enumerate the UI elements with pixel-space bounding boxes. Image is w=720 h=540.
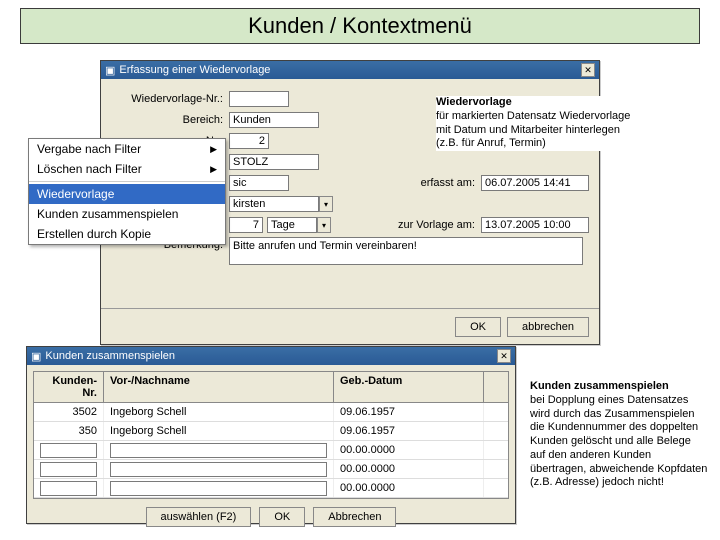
note-body: für markierten Datensatz Wiedervorlage m… <box>436 110 632 151</box>
cell: 350 <box>79 425 97 437</box>
name-input[interactable] <box>110 443 327 458</box>
cell: 00.00.0000 <box>340 482 395 494</box>
nr-input[interactable] <box>40 481 97 496</box>
cancel-label: abbrechen <box>522 321 574 333</box>
nr-input[interactable] <box>40 443 97 458</box>
note-title: Kunden zusammenspielen <box>530 380 708 394</box>
cell: 09.06.1957 <box>340 425 395 437</box>
ok-button[interactable]: OK <box>259 507 305 527</box>
cell: 00.00.0000 <box>340 463 395 475</box>
cell: 09.06.1957 <box>340 406 395 418</box>
chevron-down-icon[interactable]: ▾ <box>317 217 331 233</box>
mi-label: Erstellen durch Kopie <box>37 227 151 241</box>
field-bem[interactable]: Bitte anrufen und Termin vereinbaren! <box>229 237 583 265</box>
name-input[interactable] <box>110 462 327 477</box>
close-icon[interactable]: ✕ <box>581 63 595 77</box>
menu-item-loeschen[interactable]: Löschen nach Filter ▶ <box>29 159 225 179</box>
nr-input[interactable] <box>40 462 97 477</box>
label-wdv-nr: Wiedervorlage-Nr.: <box>111 93 229 105</box>
cell: 3502 <box>73 406 97 418</box>
app-icon: ▣ <box>31 350 41 363</box>
col-nr: Kunden-Nr. <box>34 372 104 402</box>
name-input[interactable] <box>110 481 327 496</box>
auswaehlen-button[interactable]: auswählen (F2) <box>146 507 252 527</box>
mi-label: Wiedervorlage <box>37 187 114 201</box>
btn-label: Abbrechen <box>328 511 381 523</box>
window-title: Kunden zusammenspielen <box>45 350 175 362</box>
slide-title-text: Kunden / Kontextmenü <box>248 13 472 39</box>
menu-item-zusammenspielen[interactable]: Kunden zusammenspielen <box>29 204 225 224</box>
label-zur: zur Vorlage am: <box>391 219 481 231</box>
window-title: Erfassung einer Wiedervorlage <box>119 64 270 76</box>
btn-label: auswählen (F2) <box>161 511 237 523</box>
mi-label: Vergabe nach Filter <box>37 142 141 156</box>
close-icon[interactable]: ✕ <box>497 349 511 363</box>
v-zeit-u: Tage <box>271 219 295 231</box>
field-wdv-nr <box>229 91 289 107</box>
menu-item-kopie[interactable]: Erstellen durch Kopie <box>29 224 225 244</box>
field-bereich[interactable]: Kunden <box>229 112 319 128</box>
field-erfdurch[interactable]: sic <box>229 175 289 191</box>
v-fuer: kirsten <box>233 198 265 210</box>
mi-label: Kunden zusammenspielen <box>37 207 178 221</box>
v-nr: 2 <box>259 135 265 147</box>
col-dat: Geb.-Datum <box>334 372 484 402</box>
table-row[interactable]: 350 Ingeborg Schell 09.06.1957 <box>34 422 508 441</box>
field-nr[interactable]: 2 <box>229 133 269 149</box>
table-header: Kunden-Nr. Vor-/Nachname Geb.-Datum <box>34 372 508 403</box>
context-menu: Vergabe nach Filter ▶ Löschen nach Filter… <box>28 138 226 245</box>
v-kurz: STOLZ <box>233 156 268 168</box>
customer-table: Kunden-Nr. Vor-/Nachname Geb.-Datum 3502… <box>33 371 509 499</box>
app-icon: ▣ <box>105 64 115 77</box>
v-zur: 13.07.2005 10:00 <box>485 219 571 231</box>
mi-label: Löschen nach Filter <box>37 162 142 176</box>
note-body: bei Dopplung eines Datensatzes wird durc… <box>530 394 708 490</box>
field-kurz[interactable]: STOLZ <box>229 154 319 170</box>
note-wiedervorlage: Wiedervorlage für markierten Datensatz W… <box>436 96 632 151</box>
ok-label: OK <box>470 321 486 333</box>
cell: Ingeborg Schell <box>110 425 186 437</box>
note-zusammenspielen: Kunden zusammenspielen bei Dopplung eine… <box>530 380 708 490</box>
ok-button[interactable]: OK <box>455 317 501 337</box>
label-bereich: Bereich: <box>111 114 229 126</box>
table-row[interactable]: 00.00.0000 <box>34 460 508 479</box>
titlebar[interactable]: ▣ Erfassung einer Wiedervorlage ✕ <box>101 61 599 79</box>
menu-separator <box>29 181 225 182</box>
v-bereich: Kunden <box>233 114 271 126</box>
submenu-arrow-icon: ▶ <box>210 144 217 155</box>
field-zeit-n[interactable]: 7 <box>229 217 263 233</box>
field-erfam: 06.07.2005 14:41 <box>481 175 589 191</box>
cell: 00.00.0000 <box>340 444 395 456</box>
table-row[interactable]: 3502 Ingeborg Schell 09.06.1957 <box>34 403 508 422</box>
submenu-arrow-icon: ▶ <box>210 164 217 175</box>
slide-title: Kunden / Kontextmenü <box>20 8 700 44</box>
label-erfam: erfasst am: <box>411 177 481 189</box>
field-fuer[interactable]: kirsten <box>229 196 319 212</box>
chevron-down-icon[interactable]: ▾ <box>319 196 333 212</box>
note-title: Wiedervorlage <box>436 96 632 110</box>
table-row[interactable]: 00.00.0000 <box>34 441 508 460</box>
v-bem: Bitte anrufen und Termin vereinbaren! <box>233 240 417 252</box>
titlebar[interactable]: ▣ Kunden zusammenspielen ✕ <box>27 347 515 365</box>
btn-label: OK <box>274 511 290 523</box>
field-zeit-u[interactable]: Tage <box>267 217 317 233</box>
v-zeit-n: 7 <box>253 219 259 231</box>
abbrechen-button[interactable]: Abbrechen <box>313 507 396 527</box>
cancel-button[interactable]: abbrechen <box>507 317 589 337</box>
field-zur[interactable]: 13.07.2005 10:00 <box>481 217 589 233</box>
menu-item-vergabe[interactable]: Vergabe nach Filter ▶ <box>29 139 225 159</box>
table-row[interactable]: 00.00.0000 <box>34 479 508 498</box>
cell: Ingeborg Schell <box>110 406 186 418</box>
col-name: Vor-/Nachname <box>104 372 334 402</box>
v-erfam: 06.07.2005 14:41 <box>485 177 571 189</box>
dialog-zusammenspielen: ▣ Kunden zusammenspielen ✕ Kunden-Nr. Vo… <box>26 346 516 524</box>
menu-item-wiedervorlage[interactable]: Wiedervorlage <box>29 184 225 204</box>
v-erfdurch: sic <box>233 177 246 189</box>
